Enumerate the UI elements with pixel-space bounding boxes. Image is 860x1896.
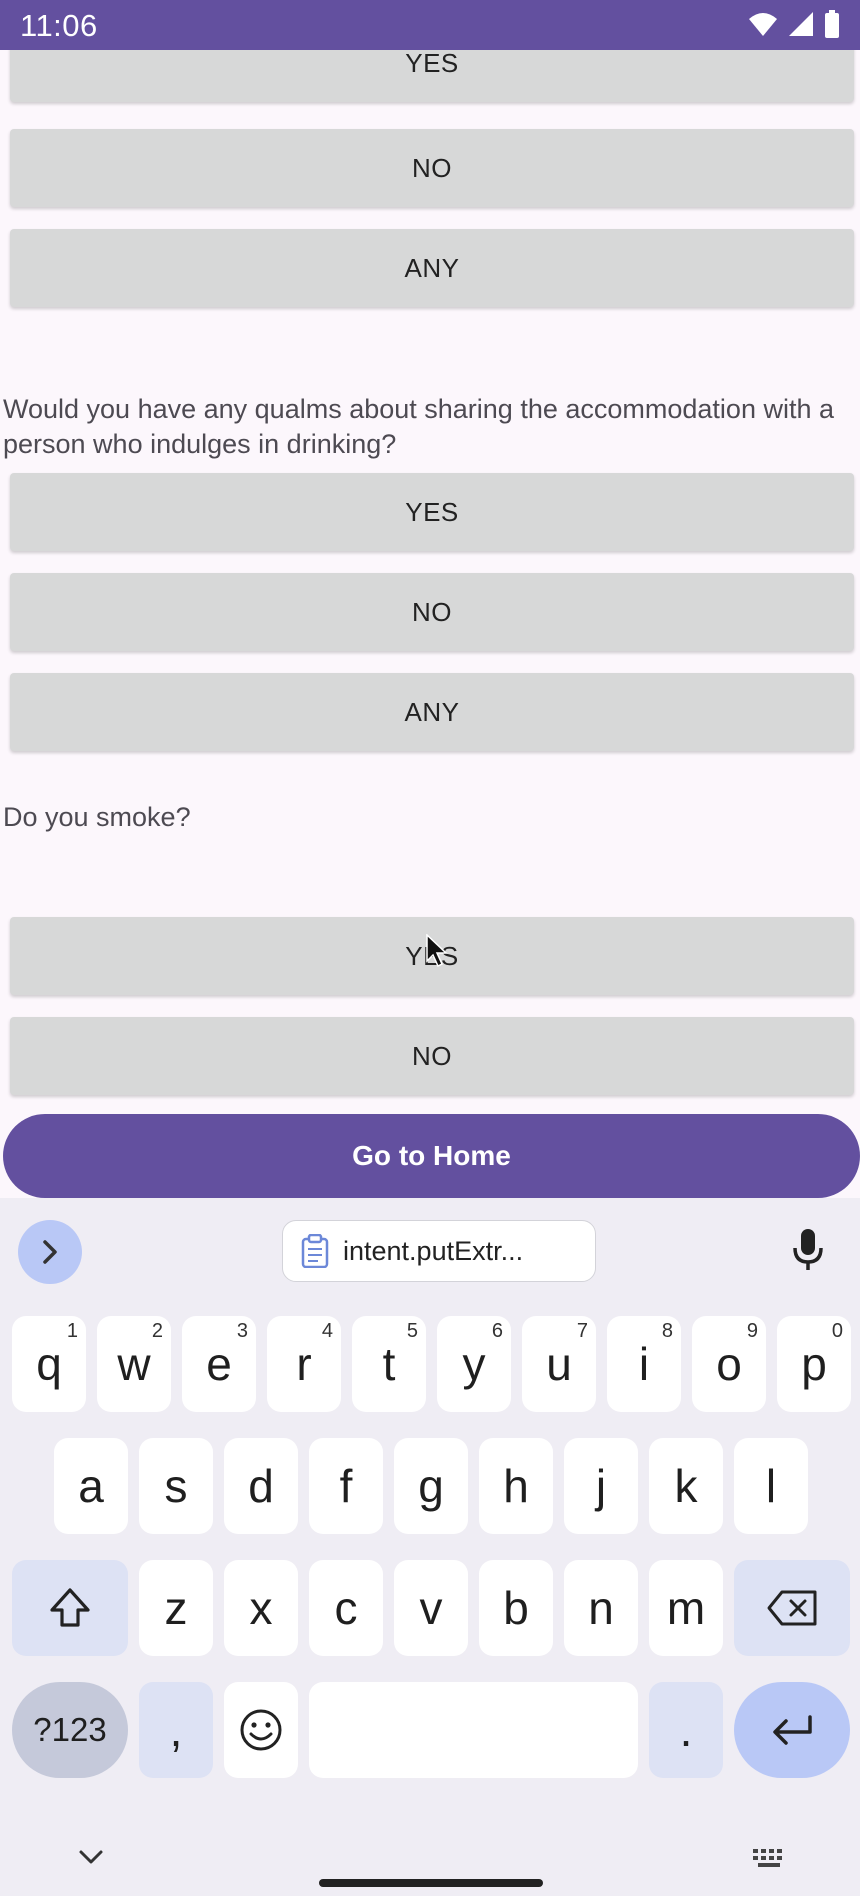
- keyboard-expand-button[interactable]: [18, 1220, 82, 1284]
- key-q[interactable]: q1: [12, 1316, 86, 1412]
- mouse-pointer-icon: [426, 934, 448, 968]
- key-e[interactable]: e3: [182, 1316, 256, 1412]
- prev-no-button[interactable]: NO: [10, 129, 854, 207]
- key-label: t: [382, 1338, 396, 1390]
- key-z[interactable]: z: [139, 1560, 213, 1656]
- drinking-no-button[interactable]: NO: [10, 573, 854, 651]
- questionnaire-content: YES NO ANY Would you have any qualms abo…: [0, 50, 860, 1198]
- symbols-key[interactable]: ?123: [12, 1682, 128, 1778]
- key-r[interactable]: r4: [267, 1316, 341, 1412]
- enter-key[interactable]: [734, 1682, 850, 1778]
- battery-icon: [825, 10, 839, 38]
- key-label: y: [462, 1338, 486, 1390]
- shift-arrow-icon: [50, 1588, 90, 1627]
- key-hint: 3: [236, 1320, 248, 1342]
- key-label: o: [716, 1338, 742, 1390]
- soft-keyboard: intent.putExtr... q1 w2 e3 r4 t5 y6 u7 i…: [0, 1198, 860, 1896]
- smoke-no-button[interactable]: NO: [10, 1017, 854, 1095]
- key-label: e: [206, 1338, 232, 1390]
- drinking-any-button[interactable]: ANY: [10, 673, 854, 751]
- key-hint: 8: [661, 1320, 673, 1342]
- key-hint: 5: [406, 1320, 418, 1342]
- key-n[interactable]: n: [564, 1560, 638, 1656]
- key-d[interactable]: d: [224, 1438, 298, 1534]
- comma-key[interactable]: ,: [139, 1682, 213, 1778]
- key-x[interactable]: x: [224, 1560, 298, 1656]
- key-s[interactable]: s: [139, 1438, 213, 1534]
- drinking-question: Would you have any qualms about sharing …: [3, 394, 834, 459]
- period-key[interactable]: .: [649, 1682, 723, 1778]
- shift-key[interactable]: [12, 1560, 128, 1656]
- key-m[interactable]: m: [649, 1560, 723, 1656]
- wifi-icon: [749, 13, 777, 36]
- microphone-icon[interactable]: [792, 1228, 824, 1272]
- clipboard-suggestion-chip[interactable]: intent.putExtr...: [282, 1220, 596, 1282]
- key-v[interactable]: v: [394, 1560, 468, 1656]
- status-icons: [748, 10, 840, 38]
- prev-yes-button[interactable]: YES: [10, 50, 854, 102]
- key-j[interactable]: j: [564, 1438, 638, 1534]
- hide-keyboard-chevron-icon[interactable]: [78, 1849, 104, 1865]
- emoji-smiley-icon: [240, 1709, 282, 1751]
- cell-signal-icon: [789, 12, 813, 36]
- key-hint: 4: [321, 1320, 333, 1342]
- key-h[interactable]: h: [479, 1438, 553, 1534]
- status-time: 11:06: [20, 8, 98, 43]
- drinking-yes-button[interactable]: YES: [10, 473, 854, 551]
- key-f[interactable]: f: [309, 1438, 383, 1534]
- emoji-key[interactable]: [224, 1682, 298, 1778]
- clipboard-icon: [301, 1234, 329, 1268]
- key-w[interactable]: w2: [97, 1316, 171, 1412]
- smoke-question: Do you smoke?: [3, 802, 191, 832]
- key-y[interactable]: y6: [437, 1316, 511, 1412]
- key-i[interactable]: i8: [607, 1316, 681, 1412]
- prev-any-button[interactable]: ANY: [10, 229, 854, 307]
- key-hint: 1: [66, 1320, 78, 1342]
- gesture-nav-handle[interactable]: [319, 1879, 543, 1887]
- key-t[interactable]: t5: [352, 1316, 426, 1412]
- key-label: r: [296, 1338, 312, 1390]
- key-g[interactable]: g: [394, 1438, 468, 1534]
- clipboard-suggestion-text: intent.putExtr...: [343, 1235, 524, 1266]
- key-label: p: [801, 1338, 827, 1390]
- key-u[interactable]: u7: [522, 1316, 596, 1412]
- key-label: q: [36, 1338, 62, 1390]
- go-to-home-button[interactable]: Go to Home: [3, 1114, 860, 1198]
- space-key[interactable]: [309, 1682, 638, 1778]
- key-hint: 7: [576, 1320, 588, 1342]
- status-bar: 11:06: [0, 0, 860, 50]
- backspace-icon: [767, 1590, 817, 1626]
- backspace-key[interactable]: [734, 1560, 850, 1656]
- key-b[interactable]: b: [479, 1560, 553, 1656]
- key-p[interactable]: p0: [777, 1316, 851, 1412]
- key-hint: 9: [746, 1320, 758, 1342]
- key-label: i: [638, 1338, 650, 1390]
- enter-arrow-icon: [773, 1715, 812, 1745]
- key-hint: 6: [491, 1320, 503, 1342]
- key-l[interactable]: l: [734, 1438, 808, 1534]
- key-k[interactable]: k: [649, 1438, 723, 1534]
- key-c[interactable]: c: [309, 1560, 383, 1656]
- keyboard-switch-grid-icon[interactable]: [752, 1848, 788, 1868]
- chevron-right-icon: [43, 1240, 57, 1264]
- key-a[interactable]: a: [54, 1438, 128, 1534]
- key-label: u: [546, 1338, 572, 1390]
- key-o[interactable]: o9: [692, 1316, 766, 1412]
- key-label: w: [117, 1338, 151, 1390]
- key-hint: 2: [151, 1320, 163, 1342]
- key-hint: 0: [831, 1320, 843, 1342]
